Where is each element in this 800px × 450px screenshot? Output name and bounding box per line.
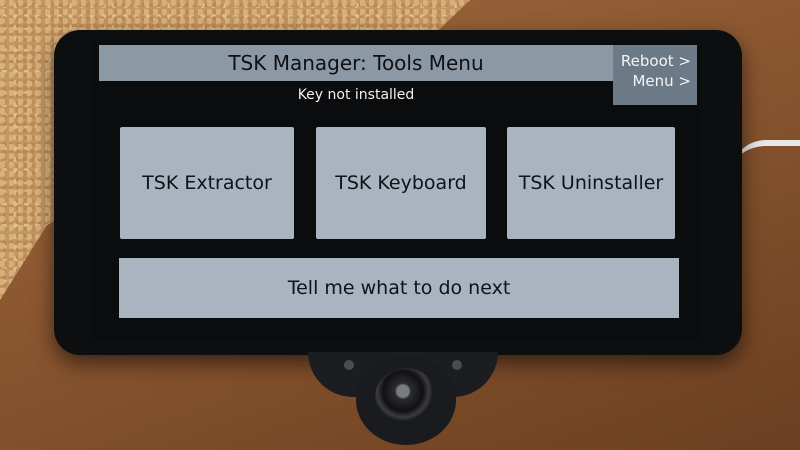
tsk-keyboard-label: TSK Keyboard (335, 172, 467, 194)
camera-lens (375, 368, 437, 426)
key-status-text: Key not installed (99, 81, 613, 109)
header-title-bar: TSK Manager: Tools Menu (99, 45, 613, 81)
tsk-uninstaller-button[interactable]: TSK Uninstaller (507, 127, 675, 239)
tell-me-next-label: Tell me what to do next (287, 277, 511, 299)
mount-screw (452, 360, 462, 370)
mount-screw (344, 360, 354, 370)
device-bezel: TSK Manager: Tools Menu Key not installe… (54, 30, 742, 355)
tsk-uninstaller-label: TSK Uninstaller (518, 172, 664, 194)
status-label: Key not installed (297, 87, 415, 103)
tell-me-next-button[interactable]: Tell me what to do next (119, 258, 679, 318)
page-title: TSK Manager: Tools Menu (228, 51, 484, 75)
reboot-menu-button[interactable]: Reboot > Menu > (613, 45, 697, 105)
tsk-extractor-button[interactable]: TSK Extractor (120, 127, 294, 239)
menu-label: Menu > (632, 72, 691, 90)
reboot-label: Reboot > (620, 52, 691, 70)
tsk-keyboard-button[interactable]: TSK Keyboard (316, 127, 486, 239)
touch-screen: TSK Manager: Tools Menu Key not installe… (92, 40, 702, 340)
tsk-extractor-label: TSK Extractor (142, 172, 272, 194)
